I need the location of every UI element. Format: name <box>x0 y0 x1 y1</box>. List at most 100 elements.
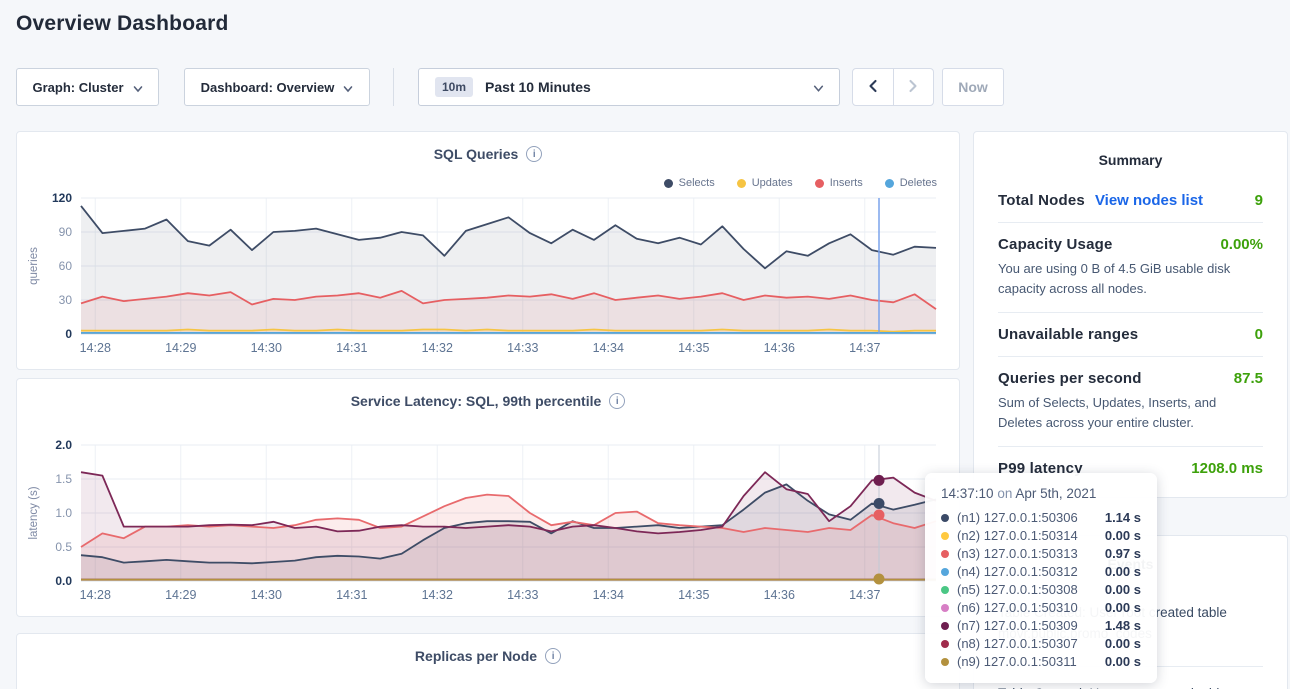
overview-dashboard-page: Overview Dashboard Graph: Cluster Dashbo… <box>0 0 1290 689</box>
capacity-usage-value: 0.00% <box>1220 236 1263 253</box>
svg-text:120: 120 <box>52 191 72 205</box>
svg-text:14:37: 14:37 <box>849 341 880 355</box>
svg-text:14:33: 14:33 <box>507 588 538 602</box>
summary-row-total-nodes: Total Nodes View nodes list 9 <box>998 192 1263 209</box>
svg-text:14:34: 14:34 <box>593 588 624 602</box>
queries-per-second-desc: Sum of Selects, Updates, Inserts, and De… <box>998 393 1263 433</box>
time-forward-button[interactable] <box>894 69 934 105</box>
legend-dot-icon <box>815 179 824 188</box>
summary-row-qps: Queries per second 87.5 Sum of Selects, … <box>998 370 1263 433</box>
summary-title: Summary <box>998 152 1263 168</box>
info-icon[interactable]: i <box>545 648 561 664</box>
summary-panel: Summary Total Nodes View nodes list 9 Ca… <box>973 131 1288 498</box>
divider <box>998 446 1263 447</box>
svg-text:2.0: 2.0 <box>55 438 72 452</box>
divider <box>998 312 1263 313</box>
divider <box>998 222 1263 223</box>
charts-column: SQL Queries i SelectsUpdatesInsertsDelet… <box>16 131 960 689</box>
svg-text:14:29: 14:29 <box>165 588 196 602</box>
summary-row-unavailable: Unavailable ranges 0 <box>998 326 1263 343</box>
time-pager <box>852 68 934 106</box>
svg-text:0: 0 <box>65 327 72 341</box>
unavailable-ranges-label: Unavailable ranges <box>998 326 1138 343</box>
chevron-down-icon <box>813 82 823 92</box>
svg-text:14:30: 14:30 <box>251 588 282 602</box>
chevron-down-icon <box>343 82 353 92</box>
total-nodes-label: Total Nodes <box>998 192 1085 209</box>
svg-text:14:33: 14:33 <box>507 341 538 355</box>
events-title: Events <box>998 556 1263 572</box>
dashboard-dropdown[interactable]: Dashboard: Overview <box>184 68 370 106</box>
info-icon[interactable]: i <box>526 146 542 162</box>
now-button[interactable]: Now <box>942 68 1004 106</box>
view-nodes-list-link[interactable]: View nodes list <box>1095 192 1203 209</box>
unavailable-ranges-value: 0 <box>1255 326 1263 343</box>
chevron-right-icon <box>907 79 919 96</box>
p99-latency-value: 1208.0 ms <box>1191 460 1263 477</box>
divider <box>998 356 1263 357</box>
capacity-usage-label: Capacity Usage <box>998 236 1113 253</box>
svg-text:14:35: 14:35 <box>678 588 709 602</box>
sidebar: Summary Total Nodes View nodes list 9 Ca… <box>973 131 1288 689</box>
chevron-down-icon <box>133 82 143 92</box>
legend-item-updates: Updates <box>737 177 793 189</box>
summary-row-capacity: Capacity Usage 0.00% You are using 0 B o… <box>998 236 1263 299</box>
svg-text:0.0: 0.0 <box>55 574 72 588</box>
svg-text:1.5: 1.5 <box>55 472 72 486</box>
info-icon[interactable]: i <box>609 393 625 409</box>
legend-dot-icon <box>664 179 673 188</box>
toolbar-divider <box>393 68 394 106</box>
capacity-usage-desc: You are using 0 B of 4.5 GiB usable disk… <box>998 259 1263 299</box>
svg-text:14:35: 14:35 <box>678 341 709 355</box>
service-latency-title: Service Latency: SQL, 99th percentile <box>351 393 602 409</box>
service-latency-panel: Service Latency: SQL, 99th percentile i … <box>16 378 960 617</box>
p99-latency-label: P99 latency <box>998 460 1083 477</box>
legend-item-inserts: Inserts <box>815 177 863 189</box>
svg-text:14:32: 14:32 <box>422 588 453 602</box>
events-panel: Events Table Created: User root created … <box>973 535 1288 689</box>
sql-queries-panel: SQL Queries i SelectsUpdatesInsertsDelet… <box>16 131 960 370</box>
total-nodes-value: 9 <box>1255 192 1263 209</box>
svg-text:14:29: 14:29 <box>165 341 196 355</box>
sql-queries-chart[interactable]: 14:28 14:29 14:30 14:31 14:32 14:33 14:34 14:35… <box>17 182 961 362</box>
summary-row-p99: P99 latency 1208.0 ms <box>998 460 1263 477</box>
graph-scope-dropdown[interactable]: Graph: Cluster <box>16 68 159 106</box>
time-range-badge: 10m <box>435 77 473 97</box>
service-latency-chart[interactable]: 14:28 14:29 14:30 14:31 14:32 14:33 14:34 14:35… <box>17 429 961 609</box>
queries-per-second-value: 87.5 <box>1234 370 1263 387</box>
legend-item-deletes: Deletes <box>885 177 937 189</box>
svg-text:14:36: 14:36 <box>764 588 795 602</box>
svg-text:14:28: 14:28 <box>80 588 111 602</box>
time-back-button[interactable] <box>853 69 894 105</box>
svg-text:30: 30 <box>59 293 73 307</box>
svg-text:14:32: 14:32 <box>422 341 453 355</box>
queries-per-second-label: Queries per second <box>998 370 1142 387</box>
event-item: Table Created: User root created table m… <box>998 677 1263 689</box>
event-item: Table Created: User root created table m… <box>998 596 1263 660</box>
svg-text:14:31: 14:31 <box>336 588 367 602</box>
svg-text:60: 60 <box>59 259 73 273</box>
page-title: Overview Dashboard <box>16 12 229 36</box>
sql-queries-legend: Selects Updates Inserts Deletes <box>664 177 937 189</box>
time-range-selector[interactable]: 10m Past 10 Minutes <box>418 68 840 106</box>
svg-text:90: 90 <box>59 225 73 239</box>
svg-text:14:28: 14:28 <box>80 341 111 355</box>
svg-text:0.5: 0.5 <box>55 540 72 554</box>
dashboard-dropdown-label: Dashboard: Overview <box>201 80 335 95</box>
svg-text:14:34: 14:34 <box>593 341 624 355</box>
legend-item-selects: Selects <box>664 177 715 189</box>
replicas-per-node-title: Replicas per Node <box>415 648 537 664</box>
replicas-per-node-panel: Replicas per Node i <box>16 633 960 689</box>
divider <box>998 666 1263 667</box>
svg-text:14:30: 14:30 <box>251 341 282 355</box>
svg-text:14:36: 14:36 <box>764 341 795 355</box>
legend-dot-icon <box>885 179 894 188</box>
chevron-left-icon <box>867 79 879 96</box>
dashboard-toolbar: Graph: Cluster Dashboard: Overview 10m P… <box>0 68 1290 106</box>
svg-text:1.0: 1.0 <box>55 506 72 520</box>
svg-text:queries: queries <box>28 247 40 285</box>
time-range-label: Past 10 Minutes <box>485 79 591 95</box>
svg-text:14:37: 14:37 <box>849 588 880 602</box>
svg-text:14:31: 14:31 <box>336 341 367 355</box>
legend-dot-icon <box>737 179 746 188</box>
